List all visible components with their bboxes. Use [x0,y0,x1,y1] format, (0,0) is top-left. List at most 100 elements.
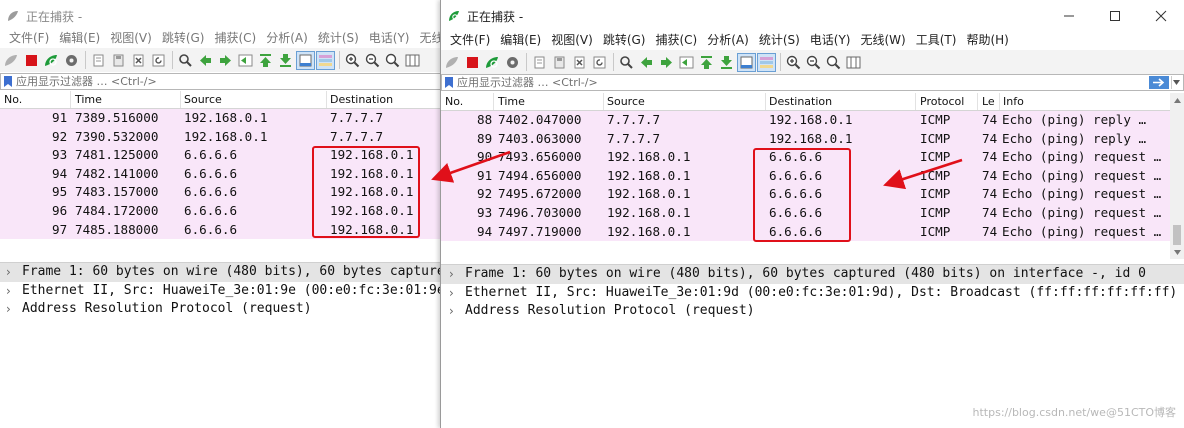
go-to-packet-icon[interactable] [236,51,255,70]
menu-capture[interactable]: 捕获(C) [650,30,702,50]
column-header-protocol[interactable]: Protocol [920,95,964,108]
menu-go[interactable]: 跳转(G) [598,30,651,50]
minimize-icon[interactable] [1046,0,1092,32]
menu-statistics[interactable]: 统计(S) [754,30,805,50]
save-file-icon[interactable] [550,53,569,72]
save-file-icon[interactable] [109,51,128,70]
column-header-no[interactable]: No. [4,93,22,106]
open-folder-icon[interactable] [530,53,549,72]
autoscroll-icon[interactable] [296,50,315,70]
zoom-in-icon[interactable] [784,53,803,72]
shark-fin-start-icon[interactable] [2,51,21,70]
packet-list-scrollbar[interactable] [1170,93,1184,259]
bookmark-icon[interactable] [4,76,12,87]
menu-file[interactable]: 文件(F) [4,28,54,48]
go-back-icon[interactable] [637,53,656,72]
menu-capture[interactable]: 捕获(C) [209,28,261,48]
options-gear-icon[interactable] [62,51,81,70]
find-icon[interactable] [617,53,636,72]
bookmark-icon[interactable] [445,77,453,88]
find-icon[interactable] [176,51,195,70]
detail-row-ethernet[interactable]: › Ethernet II, Src: HuaweiTe_3e:01:9e (00… [0,282,442,301]
shark-fin-start-icon[interactable] [443,53,462,72]
expand-chevron-icon[interactable]: › [449,304,454,318]
resize-columns-icon[interactable] [403,51,422,70]
menu-edit[interactable]: 编辑(E) [54,28,105,48]
options-gear-icon[interactable] [503,53,522,72]
detail-row-arp[interactable]: › Address Resolution Protocol (request) [441,302,1184,321]
menu-file[interactable]: 文件(F) [445,30,495,50]
menu-analyze[interactable]: 分析(A) [702,30,754,50]
zoom-normal-icon[interactable] [824,53,843,72]
autoscroll-icon[interactable] [737,52,756,72]
stop-icon[interactable] [22,51,41,70]
filter-history-dropdown-icon[interactable] [1171,76,1181,89]
reload-icon[interactable] [590,53,609,72]
column-header-info[interactable]: Info [1003,95,1024,108]
expand-chevron-icon[interactable]: › [6,302,11,316]
display-filter-input[interactable] [12,74,441,89]
scroll-down-arrow-icon[interactable] [1170,245,1184,259]
restart-icon[interactable] [483,53,502,72]
zoom-in-icon[interactable] [343,51,362,70]
go-first-icon[interactable] [697,53,716,72]
maximize-icon[interactable] [1092,0,1138,32]
column-header-time[interactable]: Time [498,95,525,108]
close-file-icon[interactable] [129,51,148,70]
go-back-icon[interactable] [196,51,215,70]
zoom-out-icon[interactable] [363,51,382,70]
menu-analyze[interactable]: 分析(A) [261,28,313,48]
menu-view[interactable]: 视图(V) [105,28,157,48]
column-header-source[interactable]: Source [607,95,645,108]
packet-row[interactable]: 91 7389.516000 192.168.0.1 7.7.7.7 [0,109,442,128]
zoom-out-icon[interactable] [804,53,823,72]
expand-chevron-icon[interactable]: › [6,284,11,298]
expand-chevron-icon[interactable]: › [449,267,454,281]
packet-row[interactable]: 92 7390.532000 192.168.0.1 7.7.7.7 [0,127,442,147]
expand-chevron-icon[interactable]: › [6,265,11,279]
close-icon[interactable] [1138,0,1184,32]
column-header-destination[interactable]: Destination [769,95,832,108]
column-header-length[interactable]: Le [982,95,995,108]
column-header-no[interactable]: No. [445,95,463,108]
close-file-icon[interactable] [570,53,589,72]
detail-row-frame[interactable]: › Frame 1: 60 bytes on wire (480 bits), 6… [0,263,442,282]
menu-wireless[interactable]: 无线(W) [856,30,911,50]
scrollbar-thumb[interactable] [1173,225,1181,245]
go-last-icon[interactable] [276,51,295,70]
packet-row[interactable]: 88 7402.047000 7.7.7.7 192.168.0.1 ICMP 74 Ech… [441,111,1170,130]
menu-statistics[interactable]: 统计(S) [313,28,364,48]
menu-go[interactable]: 跳转(G) [157,28,210,48]
go-forward-icon[interactable] [216,51,235,70]
column-header-time[interactable]: Time [75,93,102,106]
menu-view[interactable]: 视图(V) [546,30,598,50]
menu-tools[interactable]: 工具(T) [911,30,962,50]
detail-row-frame[interactable]: › Frame 1: 60 bytes on wire (480 bits), 6… [441,265,1184,284]
detail-row-ethernet[interactable]: › Ethernet II, Src: HuaweiTe_3e:01:9d (00… [441,284,1184,303]
colorize-icon[interactable] [316,50,335,70]
menu-wireless[interactable]: 无线( [415,28,443,48]
detail-row-arp[interactable]: › Address Resolution Protocol (request) [0,300,442,319]
apply-filter-arrow-icon[interactable] [1149,76,1169,89]
go-forward-icon[interactable] [657,53,676,72]
reload-icon[interactable] [149,51,168,70]
menu-telephony[interactable]: 电话(Y) [364,28,415,48]
scroll-up-arrow-icon[interactable] [1170,93,1184,107]
menu-telephony[interactable]: 电话(Y) [805,30,856,50]
zoom-normal-icon[interactable] [383,51,402,70]
colorize-icon[interactable] [757,52,776,72]
stop-icon[interactable] [463,53,482,72]
column-header-source[interactable]: Source [184,93,222,106]
go-first-icon[interactable] [256,51,275,70]
menu-edit[interactable]: 编辑(E) [495,30,546,50]
go-last-icon[interactable] [717,53,736,72]
restart-icon[interactable] [42,51,61,70]
open-folder-icon[interactable] [89,51,108,70]
display-filter-input[interactable] [453,75,1149,90]
go-to-packet-icon[interactable] [677,53,696,72]
packet-row[interactable]: 89 7403.063000 7.7.7.7 192.168.0.1 ICMP 74 Ech… [441,129,1170,149]
expand-chevron-icon[interactable]: › [449,286,454,300]
menu-help[interactable]: 帮助(H) [961,30,1013,50]
column-header-destination[interactable]: Destination [330,93,393,106]
resize-columns-icon[interactable] [844,53,863,72]
